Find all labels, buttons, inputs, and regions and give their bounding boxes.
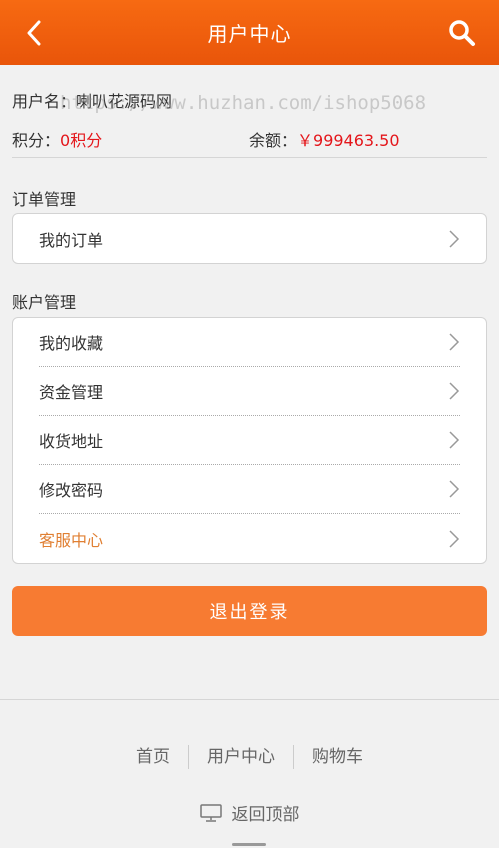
balance-value: ￥999463.50 (297, 131, 400, 150)
menu-item-label: 收货地址 (39, 432, 104, 451)
points-value: 0积分 (60, 131, 103, 150)
footer-link-home[interactable]: 首页 (118, 745, 189, 769)
chevron-left-icon (27, 20, 41, 46)
points-label: 积分： (12, 131, 61, 150)
orders-card: 我的订单 (12, 213, 487, 264)
user-name-value: 喇叭花源码网 (76, 92, 173, 111)
menu-item-addresses[interactable]: 收货地址 (39, 416, 460, 465)
chevron-right-icon (449, 480, 460, 498)
menu-item-favorites[interactable]: 我的收藏 (39, 318, 460, 367)
account-section-title: 账户管理 (12, 293, 77, 312)
logout-button[interactable]: 退出登录 (12, 586, 487, 636)
chevron-right-icon (449, 333, 460, 351)
back-to-top-button[interactable]: 返回顶部 (0, 800, 499, 825)
points: 积分：0积分 (12, 127, 102, 151)
user-name: 用户名：喇叭花源码网 (12, 88, 172, 112)
search-icon (449, 20, 475, 46)
top-bar: 用户中心 (0, 0, 499, 65)
monitor-icon (199, 803, 222, 822)
search-button[interactable] (445, 16, 479, 50)
back-to-top-label: 返回顶部 (231, 805, 300, 825)
footer-nav: 首页 用户中心 购物车 (0, 745, 499, 769)
footer-link-cart[interactable]: 购物车 (294, 745, 381, 769)
back-button[interactable] (18, 17, 50, 49)
menu-item-change-password[interactable]: 修改密码 (39, 465, 460, 514)
menu-item-my-orders[interactable]: 我的订单 (39, 214, 460, 263)
balance: 余额：￥999463.50 (249, 127, 400, 151)
footer-link-user-center[interactable]: 用户中心 (189, 745, 294, 769)
chevron-right-icon (449, 529, 460, 548)
user-name-label: 用户名： (12, 92, 77, 111)
orders-section-title: 订单管理 (12, 190, 77, 209)
balance-label: 余额： (249, 131, 298, 150)
chevron-right-icon (449, 382, 460, 400)
menu-item-customer-service[interactable]: 客服中心 (39, 514, 460, 563)
user-info-panel: 用户名：喇叭花源码网 积分：0积分 余额：￥999463.50 (12, 86, 487, 158)
menu-item-label: 客服中心 (39, 530, 104, 550)
chevron-right-icon (449, 229, 460, 248)
menu-item-label: 我的收藏 (39, 334, 104, 353)
page-title: 用户中心 (207, 22, 292, 46)
menu-item-label: 修改密码 (39, 481, 104, 500)
menu-item-label: 我的订单 (39, 230, 104, 250)
menu-item-funds[interactable]: 资金管理 (39, 367, 460, 416)
footer-divider (0, 699, 499, 700)
account-card: 我的收藏 资金管理 收货地址 修改密码 客服中心 (12, 317, 487, 564)
bottom-handle (232, 843, 266, 846)
chevron-right-icon (449, 431, 460, 449)
menu-item-label: 资金管理 (39, 383, 104, 402)
